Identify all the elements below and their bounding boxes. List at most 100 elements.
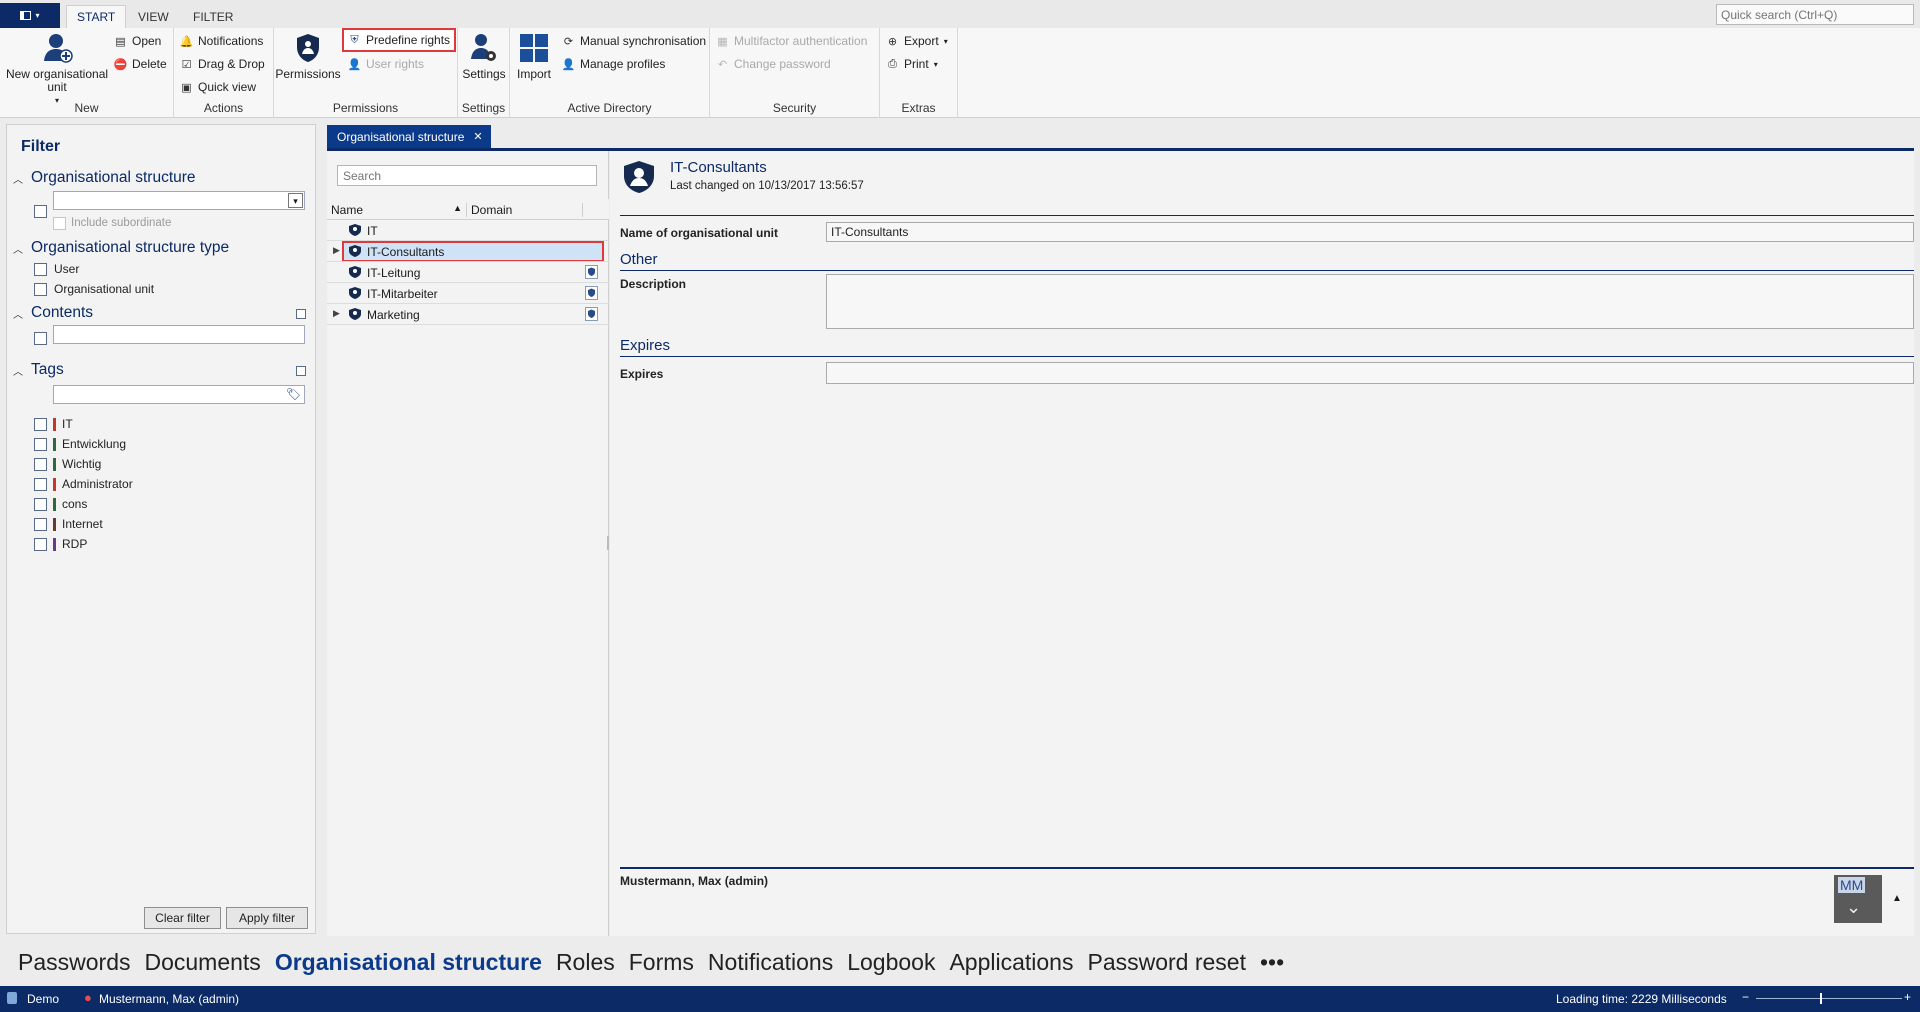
zoom-slider-thumb[interactable]	[1820, 993, 1822, 1004]
list-search-input[interactable]	[337, 165, 597, 186]
app-menu-icon	[20, 11, 32, 20]
expires-field[interactable]	[826, 362, 1914, 384]
tab-view[interactable]: VIEW	[128, 5, 179, 28]
tab-filter[interactable]: FILTER	[183, 5, 243, 28]
type-user-checkbox[interactable]	[34, 263, 47, 276]
nav-password-reset[interactable]: Password reset	[1087, 949, 1246, 976]
tag-checkbox[interactable]	[34, 458, 47, 471]
tag-color-marker	[53, 458, 56, 471]
quick-view-button[interactable]: ▣ Quick view	[180, 77, 256, 97]
nav-logbook[interactable]: Logbook	[847, 949, 935, 976]
list-item[interactable]: ▶ IT-Consultants	[327, 241, 609, 262]
list-item[interactable]: IT	[327, 220, 609, 241]
tag-checkbox[interactable]	[34, 498, 47, 511]
detail-panel: IT-Consultants Last changed on 10/13/201…	[610, 151, 1914, 936]
tags-input[interactable]: 🏷	[53, 385, 305, 404]
org-unit-icon	[348, 265, 362, 282]
contents-toggle-checkbox[interactable]	[296, 309, 306, 319]
permission-shield-icon[interactable]	[585, 265, 598, 282]
name-field[interactable]: IT-Consultants	[826, 222, 1914, 242]
list-item[interactable]: IT-Leitung	[327, 262, 609, 283]
tags-toggle-checkbox[interactable]	[296, 366, 306, 376]
profile-icon: 👤	[561, 58, 576, 71]
org-structure-select[interactable]: ▾	[53, 191, 305, 210]
drag-drop-label: Drag & Drop	[198, 57, 265, 71]
delete-button[interactable]: ⛔ Delete	[114, 54, 167, 74]
expand-arrow-icon[interactable]: ▶	[333, 308, 340, 319]
nav-forms[interactable]: Forms	[629, 949, 694, 976]
include-subordinate-checkbox[interactable]	[53, 217, 66, 230]
nav-more[interactable]: •••	[1260, 949, 1284, 976]
tag-checkbox[interactable]	[34, 438, 47, 451]
quick-search-input[interactable]	[1716, 4, 1914, 25]
open-button[interactable]: ▤ Open	[114, 31, 161, 51]
permissions-button[interactable]: Permissions	[275, 30, 341, 81]
contents-input[interactable]	[53, 325, 305, 344]
apply-filter-button[interactable]: Apply filter	[226, 907, 308, 929]
new-ou-button[interactable]: New organisational unit ▾	[4, 30, 110, 107]
tab-start[interactable]: START	[66, 5, 127, 28]
settings-button[interactable]: Settings	[460, 30, 508, 81]
notifications-button[interactable]: 🔔 Notifications	[180, 31, 264, 51]
section-tags[interactable]: ︿ Tags	[13, 361, 64, 379]
nav-passwords[interactable]: Passwords	[18, 949, 130, 976]
avatar[interactable]: MM ⌄	[1834, 875, 1882, 923]
section-org-structure[interactable]: ︿ Organisational structure	[13, 169, 196, 187]
splitter-grip[interactable]	[607, 536, 609, 550]
document-tab[interactable]: Organisational structure ✕	[327, 125, 491, 148]
chevron-down-icon: ▾	[943, 36, 948, 46]
avatar-initials: MM	[1838, 877, 1866, 893]
app-menu-button[interactable]: ▾	[0, 3, 60, 28]
manage-profiles-button[interactable]: 👤 Manage profiles	[561, 54, 666, 74]
zoom-slider[interactable]	[1756, 998, 1902, 999]
list-item[interactable]: IT-Mitarbeiter	[327, 283, 609, 304]
include-subordinate-label: Include subordinate	[71, 217, 172, 229]
section-org-type[interactable]: ︿ Organisational structure type	[13, 239, 229, 257]
drag-drop-toggle[interactable]: ☑ Drag & Drop	[180, 54, 265, 74]
nav-documents[interactable]: Documents	[144, 949, 260, 976]
undo-icon: ↶	[717, 58, 728, 71]
import-button[interactable]: Import	[510, 30, 558, 81]
tag-checkbox[interactable]	[34, 518, 47, 531]
description-field[interactable]	[826, 274, 1914, 329]
contents-checkbox[interactable]	[34, 332, 47, 345]
group-new-label: New	[74, 101, 99, 115]
export-label: Export	[904, 34, 939, 48]
group-security-label: Security	[772, 101, 817, 115]
nav-roles[interactable]: Roles	[556, 949, 615, 976]
user-rights-button[interactable]: 👤 User rights	[348, 54, 424, 74]
org-structure-checkbox[interactable]	[34, 205, 47, 218]
group-security: ▦ Multifactor authentication ↶ Change pass…	[710, 28, 880, 118]
expand-up-icon[interactable]: ▲	[1892, 893, 1902, 904]
close-icon[interactable]: ✕	[473, 130, 482, 143]
header-divider	[620, 215, 1914, 216]
expand-arrow-icon[interactable]: ▶	[333, 245, 340, 256]
column-header-domain[interactable]: Domain	[467, 203, 583, 217]
zoom-out-button[interactable]: −	[1742, 990, 1749, 1004]
user-rights-label: User rights	[366, 57, 425, 71]
list-item[interactable]: ▶ Marketing	[327, 304, 609, 325]
manual-sync-button[interactable]: ⟳ Manual synchronisation	[562, 31, 706, 51]
type-ou-checkbox[interactable]	[34, 283, 47, 296]
nav-notifications[interactable]: Notifications	[708, 949, 833, 976]
permission-shield-icon[interactable]	[585, 286, 598, 303]
zoom-in-button[interactable]: +	[1904, 990, 1911, 1004]
change-password-button[interactable]: ↶ Change password	[716, 54, 831, 74]
tag-checkbox[interactable]	[34, 538, 47, 551]
clear-filter-button[interactable]: Clear filter	[144, 907, 221, 929]
export-button[interactable]: ⊕ Export ▾	[886, 31, 948, 51]
chevron-down-icon: ⌄	[1846, 897, 1862, 917]
nav-applications[interactable]: Applications	[949, 949, 1073, 976]
column-header-name[interactable]: Name ▲	[331, 203, 467, 217]
open-label: Open	[132, 34, 162, 48]
tag-checkbox[interactable]	[34, 418, 47, 431]
nav-organisational-structure[interactable]: Organisational structure	[275, 949, 542, 976]
tag-icon: 🏷	[285, 387, 301, 401]
section-contents[interactable]: ︿ Contents	[13, 304, 93, 322]
filter-panel: Filter ︿ Organisational structure ▾ Inclu…	[6, 124, 316, 934]
mfa-button[interactable]: ▦ Multifactor authentication	[716, 31, 867, 51]
tag-checkbox[interactable]	[34, 478, 47, 491]
predefine-rights-button[interactable]: ⛨ Predefine rights	[342, 28, 457, 52]
permission-shield-icon[interactable]	[585, 307, 598, 324]
print-button[interactable]: ⎙ Print ▾	[886, 54, 938, 74]
